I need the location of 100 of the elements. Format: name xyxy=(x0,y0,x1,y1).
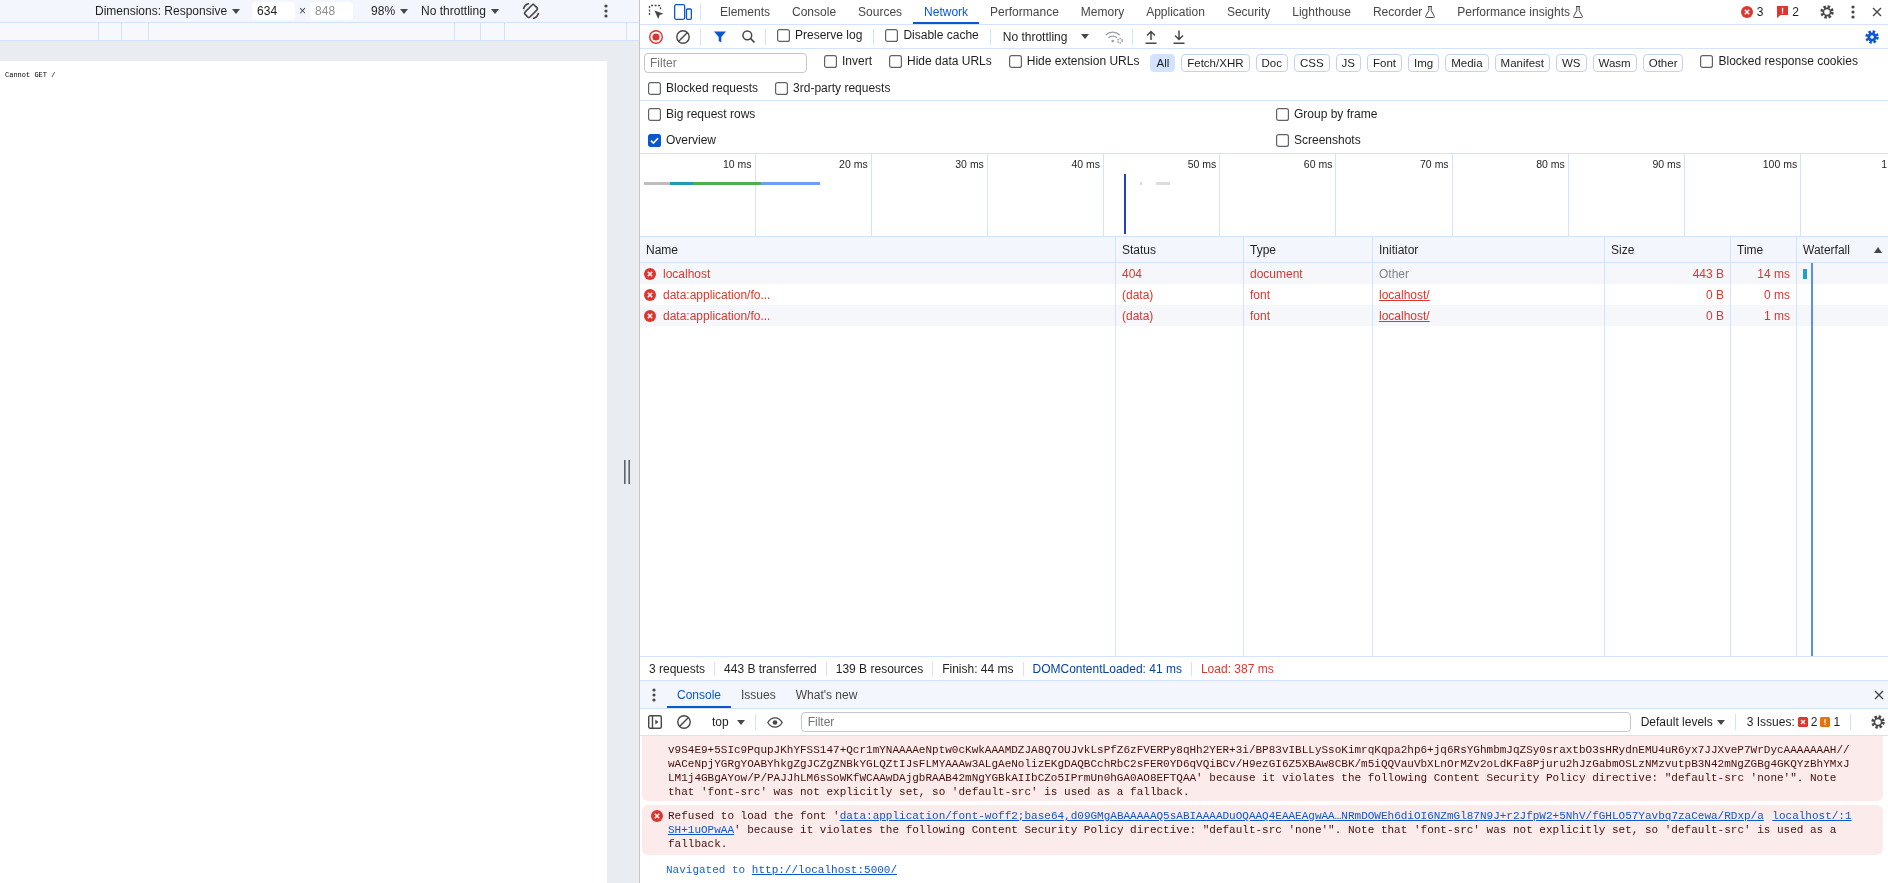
tab[interactable]: Network xyxy=(913,0,980,24)
tab[interactable]: Recorder xyxy=(1361,0,1447,24)
tab[interactable]: Memory xyxy=(1069,0,1136,24)
tab[interactable]: Console xyxy=(667,681,732,708)
type-filter-chip[interactable]: Media xyxy=(1445,53,1489,72)
type-filter-chip[interactable]: CSS xyxy=(1293,53,1330,72)
checkbox[interactable] xyxy=(648,81,661,95)
column-header[interactable]: Size xyxy=(1605,237,1731,262)
checkbox[interactable] xyxy=(1276,133,1289,147)
column-header[interactable]: Initiator xyxy=(1373,237,1605,262)
console-filter-field[interactable]: Filter xyxy=(800,712,1631,732)
checkbox[interactable] xyxy=(1008,54,1022,68)
throttling-dropdown[interactable]: No throttling xyxy=(421,4,499,18)
checkbox-label: Blocked requests xyxy=(666,81,759,95)
type-filter-chip[interactable]: Doc xyxy=(1255,53,1288,72)
column-header[interactable]: Status xyxy=(1116,237,1244,262)
type-filter-chip[interactable]: JS xyxy=(1335,53,1362,72)
type-filter-chip[interactable]: Other xyxy=(1642,53,1684,72)
eye-icon[interactable] xyxy=(766,716,783,728)
select-element-icon[interactable] xyxy=(648,4,664,20)
record-icon[interactable] xyxy=(649,29,663,44)
settings-icon[interactable] xyxy=(1870,714,1886,730)
tab[interactable]: Security xyxy=(1215,0,1282,24)
dom-content-loaded-line xyxy=(1124,174,1126,234)
throttling-dropdown[interactable]: No throttling xyxy=(1002,29,1090,44)
tab[interactable]: Performance xyxy=(979,0,1070,24)
type-filter-chip[interactable]: Font xyxy=(1367,53,1403,72)
tab[interactable]: Performance insights xyxy=(1446,0,1595,24)
search-icon[interactable] xyxy=(742,30,755,43)
close-icon[interactable] xyxy=(1872,7,1882,17)
column-header[interactable]: Time xyxy=(1731,237,1797,262)
column-header[interactable]: Type xyxy=(1244,237,1373,262)
tab[interactable]: Issues xyxy=(731,681,786,708)
more-options-icon[interactable] xyxy=(1851,5,1855,19)
zoom-dropdown[interactable]: 98% xyxy=(371,4,409,18)
more-options-icon[interactable] xyxy=(604,4,608,18)
issues-button[interactable]: 3 Issues: 2 1 xyxy=(1746,715,1841,729)
more-options-icon[interactable] xyxy=(652,687,656,702)
summary-text: 443 B transferred xyxy=(724,661,817,676)
device-toolbar-icon[interactable] xyxy=(674,4,692,20)
checkbox[interactable] xyxy=(1276,107,1289,121)
sidebar-icon[interactable] xyxy=(648,715,662,729)
checkbox[interactable] xyxy=(889,54,902,68)
errors-button[interactable]: 3 xyxy=(1740,5,1764,19)
dimensions-dropdown[interactable]: Dimensions: Responsive xyxy=(95,4,241,18)
upload-icon[interactable] xyxy=(1145,29,1158,44)
request-row[interactable]: localhost 404 document Other 443 B 14 ms xyxy=(640,263,1888,284)
settings-icon[interactable] xyxy=(1864,28,1880,45)
size-value: 0 B xyxy=(1706,308,1724,323)
tab[interactable]: Lighthouse xyxy=(1281,0,1362,24)
source-link[interactable]: localhost/:1 xyxy=(1772,809,1852,823)
checkbox[interactable] xyxy=(648,133,661,147)
checkbox[interactable] xyxy=(775,81,789,95)
clear-icon[interactable] xyxy=(677,715,691,729)
error-icon xyxy=(651,810,663,822)
resize-handle-icon[interactable] xyxy=(624,460,630,484)
clear-icon[interactable] xyxy=(676,29,690,44)
settings-icon[interactable] xyxy=(1819,4,1835,20)
type-filter-chip[interactable]: Manifest xyxy=(1494,53,1550,72)
caret-icon xyxy=(400,8,409,14)
checkbox[interactable] xyxy=(1700,54,1714,68)
close-icon[interactable] xyxy=(1874,689,1884,700)
request-row[interactable]: data:application/fo... (data) font localhost/ 0 B 1 ms xyxy=(640,305,1888,326)
type-filter-chip[interactable]: Img xyxy=(1408,53,1440,72)
issues-button[interactable]: 2 xyxy=(1777,5,1799,19)
type-filter-chip[interactable]: Fetch/XHR xyxy=(1181,53,1250,72)
context-dropdown[interactable]: top xyxy=(712,715,745,729)
data-url-link[interactable]: data:application/font-woff2;base64,d09GMgABAAAAAQ5sABIAAAADuOQAAQ4EAAEAgwAA…NRmDOWEh6diOI6NZmGl87N9J+r2JfpW2+5NhV/fGHLO57Yavbq7zaCewa/RDxp/a xyxy=(839,810,1764,822)
filter-field[interactable]: Filter xyxy=(644,52,807,73)
tab[interactable]: Application xyxy=(1135,0,1216,24)
column-header[interactable]: Name xyxy=(640,237,1116,262)
column-header[interactable]: Waterfall xyxy=(1797,237,1888,262)
error-icon xyxy=(1740,6,1753,18)
checkbox[interactable] xyxy=(648,107,661,121)
width-field[interactable]: 634 xyxy=(252,2,296,20)
checkbox[interactable] xyxy=(824,54,837,68)
filter-icon[interactable] xyxy=(714,30,726,43)
initiator-link[interactable]: localhost/ xyxy=(1379,287,1430,302)
tab[interactable]: Elements xyxy=(709,0,782,24)
checkbox-label: Preserve log xyxy=(795,28,863,43)
type-filter-chip[interactable]: All xyxy=(1150,53,1176,72)
type-filter-chip[interactable]: Wasm xyxy=(1592,53,1637,72)
checkbox[interactable] xyxy=(885,28,899,42)
height-field[interactable]: 848 xyxy=(310,2,354,20)
initiator-link[interactable]: localhost/ xyxy=(1379,308,1430,323)
request-name: data:application/fo... xyxy=(663,287,771,302)
type-filter-chip[interactable]: WS xyxy=(1556,53,1587,72)
download-icon[interactable] xyxy=(1173,29,1186,44)
url-link[interactable]: http://localhost:5000/ xyxy=(751,864,898,876)
data-url-link[interactable]: SH+1uOPwAA xyxy=(668,824,734,836)
tab[interactable]: Sources xyxy=(847,0,914,24)
tab[interactable]: Console xyxy=(781,0,848,24)
tab[interactable]: What's new xyxy=(785,681,868,708)
wifi-gear-icon[interactable] xyxy=(1105,29,1124,44)
summary-text: Load: 387 ms xyxy=(1200,661,1274,676)
log-levels-dropdown[interactable]: Default levels xyxy=(1640,715,1725,729)
time-tick-label: 80 ms xyxy=(1536,158,1565,170)
checkbox-label: Group by frame xyxy=(1294,107,1378,121)
rotate-icon[interactable] xyxy=(521,2,540,20)
checkbox[interactable] xyxy=(777,28,790,42)
